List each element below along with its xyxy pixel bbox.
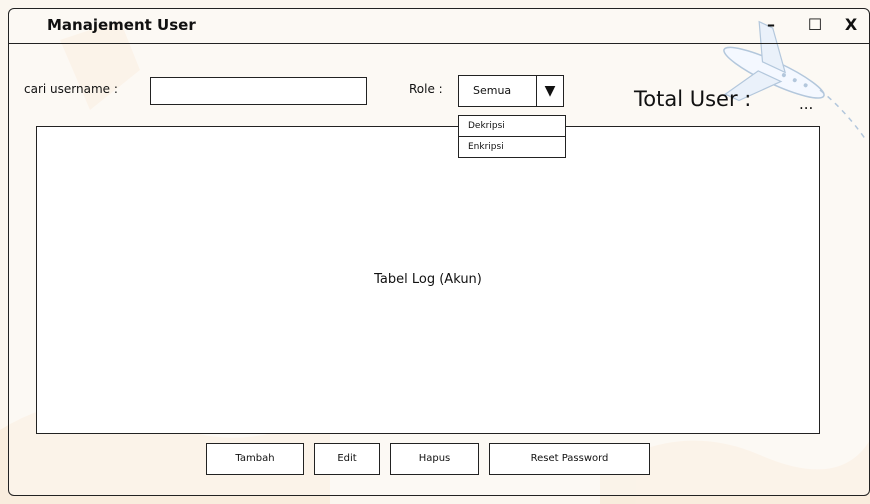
search-username-label: cari username : bbox=[24, 82, 118, 96]
user-log-table[interactable]: Tabel Log (Akun) bbox=[36, 126, 820, 434]
total-user-label: Total User : bbox=[634, 87, 752, 111]
edit-button[interactable]: Edit bbox=[314, 443, 380, 475]
role-option-enkripsi[interactable]: Enkripsi bbox=[459, 137, 565, 157]
manajement-user-window: Manajement User – ☐ X cari username : Ro… bbox=[8, 8, 870, 496]
role-select[interactable]: Semua ▼ bbox=[458, 75, 564, 107]
role-label: Role : bbox=[409, 82, 443, 96]
maximize-button[interactable]: ☐ bbox=[805, 15, 825, 35]
reset-password-button[interactable]: Reset Password bbox=[489, 443, 650, 475]
role-selected-value: Semua bbox=[473, 84, 512, 97]
title-bar: Manajement User – ☐ X bbox=[9, 9, 869, 44]
delete-button[interactable]: Hapus bbox=[390, 443, 479, 475]
add-button[interactable]: Tambah bbox=[206, 443, 304, 475]
search-username-input[interactable] bbox=[150, 77, 367, 105]
role-option-dekripsi[interactable]: Dekripsi bbox=[459, 116, 565, 137]
role-dropdown-menu: Dekripsi Enkripsi bbox=[458, 115, 566, 158]
minimize-button[interactable]: – bbox=[761, 15, 781, 35]
window-title: Manajement User bbox=[47, 16, 196, 34]
close-button[interactable]: X bbox=[841, 15, 861, 35]
chevron-down-icon[interactable]: ▼ bbox=[536, 76, 563, 106]
table-placeholder: Tabel Log (Akun) bbox=[374, 272, 482, 287]
total-user-value: ... bbox=[799, 95, 814, 113]
